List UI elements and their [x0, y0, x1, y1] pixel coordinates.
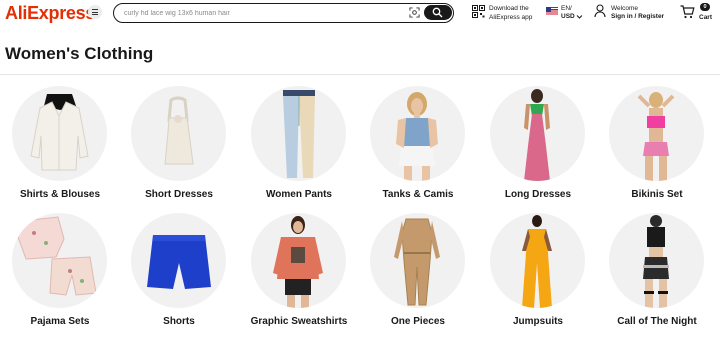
cart-label: Cart: [699, 14, 713, 21]
header-divider: [0, 74, 720, 75]
category-label: Shirts & Blouses: [19, 189, 101, 200]
account-menu[interactable]: Welcome Sign in / Register: [594, 4, 674, 24]
user-icon: [594, 4, 606, 18]
app-line-2: AliExpress app: [489, 14, 533, 21]
bikini-image: [609, 86, 704, 181]
category-label: Jumpsuits: [512, 316, 563, 327]
cart-icon: [680, 5, 695, 19]
search-bar: [113, 3, 454, 23]
category-label: Tanks & Camis: [382, 189, 454, 200]
jumpsuit-image: [370, 213, 465, 308]
category-label: Call of The Night: [617, 316, 697, 327]
shorts-image: [131, 213, 226, 308]
blouse-image: [12, 86, 107, 181]
image-search-icon[interactable]: [409, 7, 420, 18]
category-label: Short Dresses: [145, 189, 213, 200]
top-header: AliExpress Download the: [0, 0, 720, 30]
currency-label: USD: [561, 13, 575, 20]
pajama-image: [12, 213, 107, 308]
search-input[interactable]: [124, 6, 394, 20]
category-label: Women Pants: [266, 189, 332, 200]
chevron-down-icon: [576, 15, 583, 19]
long-dress-image: [490, 86, 585, 181]
menu-icon[interactable]: [88, 5, 102, 19]
category-label: Shorts: [163, 316, 195, 327]
search-icon: [432, 7, 443, 18]
category-label: Pajama Sets: [30, 316, 90, 327]
category-label: Graphic Sweatshirts: [250, 316, 348, 327]
short-dress-image: [131, 86, 226, 181]
page-title: Women's Clothing: [5, 44, 154, 63]
category-label: Bikinis Set: [631, 189, 683, 200]
search-button[interactable]: [424, 5, 452, 20]
sweatshirt-image: [251, 213, 346, 308]
aliexpress-logo[interactable]: AliExpress: [5, 3, 95, 23]
sign-in-register-link[interactable]: Sign in / Register: [611, 12, 664, 21]
us-flag-icon: [546, 7, 558, 15]
app-line-1: Download the: [489, 5, 529, 12]
download-app-link[interactable]: Download the AliExpress app: [472, 4, 542, 24]
download-app-text: Download the AliExpress app: [489, 4, 532, 22]
category-label: Long Dresses: [504, 189, 572, 200]
night-outfit-image: [609, 213, 704, 308]
pants-image: [251, 86, 346, 181]
language-currency-selector[interactable]: EN/ USD: [546, 4, 586, 24]
qr-code-icon: [472, 5, 485, 18]
category-label: One Pieces: [391, 316, 445, 327]
jumpsuit-yellow-image: [490, 213, 585, 308]
cart-count-badge: 0: [700, 3, 710, 11]
cart-button[interactable]: 0 Cart: [680, 3, 716, 27]
tank-cami-image: [370, 86, 465, 181]
